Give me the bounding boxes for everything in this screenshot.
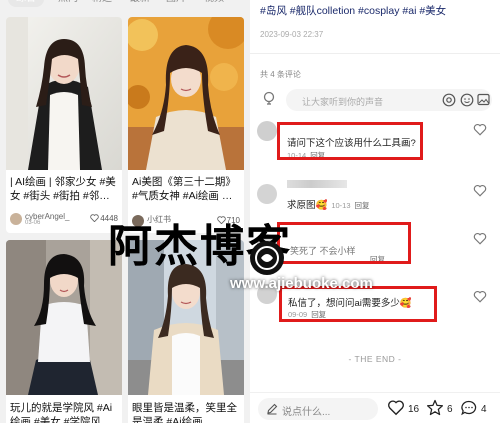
feed-card[interactable]: | AI绘画 | 邻家少女 #美女 #街头 #街拍 #邻… cyberAngel…: [6, 17, 122, 233]
comment-meta: 10-14 回复: [287, 150, 325, 161]
avatar[interactable]: [257, 284, 277, 304]
tab-picked[interactable]: 精选: [92, 0, 112, 7]
heart-icon: [90, 214, 99, 223]
favorite-count: 6: [447, 404, 453, 415]
bottom-comment-input[interactable]: 说点什么...: [258, 398, 378, 420]
card-image: [128, 240, 244, 395]
reply-button[interactable]: 回复: [355, 201, 370, 210]
card-likes[interactable]: 710: [216, 216, 240, 225]
pencil-icon: [267, 403, 278, 415]
comment-text: 请问下这个应该用什么工具画?: [287, 138, 416, 149]
comment-bubble-icon: [461, 400, 477, 416]
card-image: [6, 240, 122, 395]
card-image: [6, 17, 122, 170]
bottom-input-placeholder: 说点什么...: [282, 407, 331, 418]
card-image: [128, 17, 244, 170]
tab-all[interactable]: 综合: [8, 0, 44, 7]
bottom-action-bar: 说点什么... 16 6 4: [250, 392, 500, 423]
tab-hot[interactable]: 热门: [58, 0, 78, 7]
feed-panel: 综合 热门 精选 最新 图片 视频 | AI绘画 |: [0, 0, 250, 423]
feed-card[interactable]: 玩儿的就是学院风 #Ai绘画 #美女 #学院风 …: [6, 240, 122, 423]
post-date: 2023-09-03 22:37: [260, 30, 324, 39]
card-likes[interactable]: 4448: [90, 214, 118, 223]
username-blurred: [287, 180, 347, 188]
heart-icon[interactable]: [473, 123, 487, 136]
avatar[interactable]: [257, 121, 277, 141]
watermark-logo-icon: [250, 241, 284, 275]
end-marker: - THE END -: [348, 354, 402, 364]
feed-tabs: 综合 热门 精选 最新 图片 视频: [0, 0, 250, 7]
like-button[interactable]: 16: [387, 399, 419, 416]
tab-videos[interactable]: 视频: [204, 0, 224, 7]
card-meta: cyberAngel_ 03-06 4448: [10, 212, 118, 226]
card-meta: 小红书 710: [132, 214, 240, 228]
feed-card[interactable]: 眼里皆是温柔，笑里全是温柔 #Ai绘画 …: [128, 240, 244, 423]
feed-card[interactable]: Ai美图《第三十二期》 #气质女神 #Ai绘画 … 小红书 710: [128, 17, 244, 233]
card-title: Ai美图《第三十二期》 #气质女神 #Ai绘画 …: [132, 176, 236, 202]
comment-date: 09-09: [288, 310, 308, 319]
avatar[interactable]: [257, 184, 277, 204]
comment-text: 笑死了 不会小样: [290, 246, 356, 256]
comment-date: 10-14: [287, 151, 307, 160]
card-date: 03-06: [25, 220, 41, 226]
favorite-button[interactable]: 6: [426, 399, 453, 416]
divider: [250, 53, 500, 54]
comment-date: 10-13: [331, 201, 351, 210]
avatar: [10, 213, 22, 225]
comment-input-row: 让大家听到你的声音: [260, 89, 492, 111]
comment-text: 私信了，想问问ai需要多少🥰: [288, 298, 412, 309]
heart-icon[interactable]: [473, 184, 487, 197]
comment-input-placeholder: 让大家听到你的声音: [302, 97, 384, 107]
post-tags[interactable]: #岛风 #舰队colletion #cosplay #ai #美女: [260, 3, 446, 18]
reply-button[interactable]: 回复: [370, 254, 385, 265]
heart-icon[interactable]: [473, 232, 487, 245]
card-author: 小红书: [147, 215, 171, 224]
avatar: [132, 215, 144, 227]
star-icon: [426, 399, 444, 416]
heart-icon: [216, 216, 226, 225]
heart-icon[interactable]: [473, 290, 487, 303]
tab-images[interactable]: 图片: [166, 0, 186, 7]
emoji-icon[interactable]: [460, 93, 474, 107]
comment-count-bottom: 4: [481, 404, 487, 415]
comment-input[interactable]: 让大家听到你的声音: [286, 89, 492, 111]
card-title: 眼里皆是温柔，笑里全是温柔 #Ai绘画 …: [132, 402, 237, 423]
image-icon[interactable]: [477, 93, 490, 106]
tab-latest[interactable]: 最新: [130, 0, 150, 7]
heart-icon: [388, 400, 404, 416]
like-count: 16: [408, 404, 420, 415]
reply-button[interactable]: 回复: [310, 151, 325, 160]
lightbulb-icon: [263, 91, 275, 105]
comment-text: 求原图🥰 10-13 回复: [287, 200, 370, 211]
card-title: 玩儿的就是学院风 #Ai绘画 #美女 #学院风 …: [10, 402, 115, 423]
reply-button[interactable]: 回复: [311, 310, 326, 319]
comment-count: 共 4 条评论: [260, 70, 301, 79]
comment-button[interactable]: 4: [460, 399, 487, 416]
comment-meta: 09-09 回复: [288, 309, 326, 320]
at-icon[interactable]: [442, 93, 456, 107]
card-title: | AI绘画 | 邻家少女 #美女 #街头 #街拍 #邻…: [10, 176, 116, 202]
